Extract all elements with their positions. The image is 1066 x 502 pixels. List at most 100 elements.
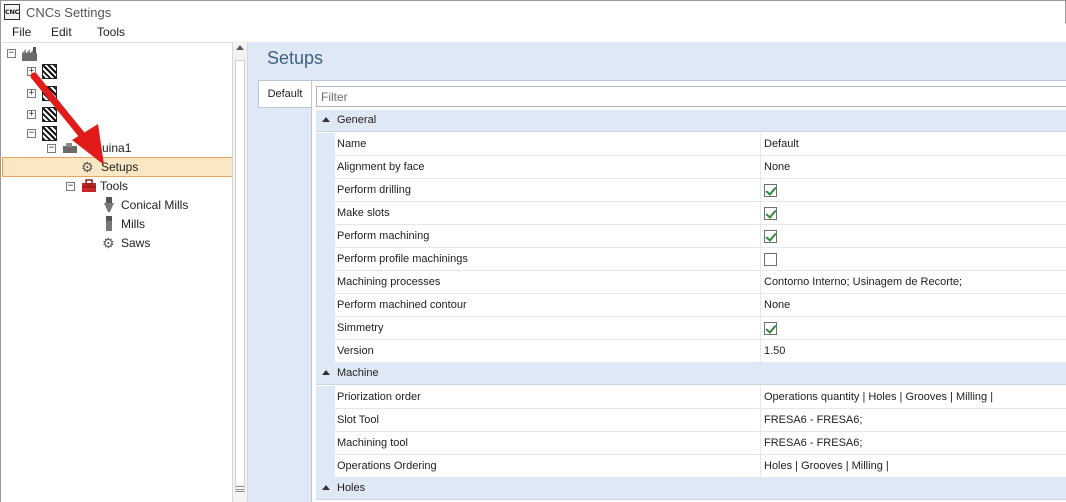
collapse-icon[interactable]: − (66, 182, 75, 191)
property-grid: General Name Default Alignment by face N… (311, 80, 1066, 502)
machine-tree[interactable]: − + + + − − uina1 ⚙ Setups − Tools Conic… (0, 42, 233, 502)
prop-value[interactable]: Operations quantity | Holes | Grooves | … (761, 386, 1066, 409)
prop-value-checkbox (761, 179, 1066, 202)
collapse-arrow-icon[interactable] (322, 117, 330, 122)
toolbox-icon (82, 179, 96, 192)
collapse-icon[interactable]: − (47, 144, 56, 153)
tree-node-conical-mills[interactable]: Conical Mills (1, 196, 233, 214)
row-gutter (316, 202, 335, 225)
collapse-arrow-icon[interactable] (322, 485, 330, 490)
collapse-icon[interactable]: − (27, 129, 36, 138)
collapse-icon[interactable]: − (7, 49, 16, 58)
page-title: Setups (267, 48, 324, 68)
tree-scrollbar[interactable] (232, 42, 248, 502)
group-general[interactable]: General (316, 110, 1066, 132)
prop-name: Perform machining (335, 225, 761, 248)
prop-value[interactable]: FRESA6 - FRESA6; (761, 409, 1066, 432)
menu-file[interactable]: File (12, 25, 31, 39)
group-machine[interactable]: Machine (316, 363, 1066, 385)
tree-node-redacted-3[interactable]: + (1, 106, 233, 124)
tools-label: Tools (100, 179, 129, 193)
machine-icon (63, 143, 77, 153)
prop-value[interactable]: None (761, 156, 1066, 179)
row-gutter (316, 248, 335, 271)
row-gutter (316, 271, 335, 294)
row-gutter (316, 340, 335, 363)
prop-value-checkbox (761, 317, 1066, 340)
expand-icon[interactable]: + (27, 89, 36, 98)
mills-label: Mills (121, 217, 145, 231)
prop-value[interactable]: Holes | Grooves | Milling | (761, 455, 1066, 478)
tree-node-setups[interactable]: ⚙ Setups (2, 157, 233, 177)
prop-row[interactable]: Alignment by face None (316, 156, 1066, 179)
cnc-app-icon: CNC (4, 4, 20, 20)
expand-icon[interactable]: + (27, 110, 36, 119)
conical-mill-icon (104, 197, 114, 212)
prop-row[interactable]: Name Default (316, 133, 1066, 156)
prop-name: Machining processes (335, 271, 761, 294)
redacted-icon (42, 86, 57, 101)
tree-node-redacted-2[interactable]: + (1, 85, 233, 103)
prop-value[interactable]: None (761, 294, 1066, 317)
prop-value[interactable]: 1.50 (761, 340, 1066, 363)
prop-row[interactable]: Make slots (316, 202, 1066, 225)
checkbox-unchecked[interactable] (764, 253, 777, 266)
prop-row[interactable]: Perform machined contour None (316, 294, 1066, 317)
prop-row[interactable]: Simmetry (316, 317, 1066, 340)
prop-row[interactable]: Machining tool FRESA6 - FRESA6; (316, 432, 1066, 455)
menu-edit[interactable]: Edit (51, 25, 72, 39)
prop-name: Version (335, 340, 761, 363)
machine-label: uina1 (102, 141, 132, 155)
tree-root[interactable]: − (1, 45, 233, 63)
checkbox-checked[interactable] (764, 322, 777, 335)
prop-row[interactable]: Perform profile machinings (316, 248, 1066, 271)
row-gutter (316, 179, 335, 202)
row-gutter (316, 409, 335, 432)
tab-default[interactable]: Default (258, 80, 311, 108)
redacted-icon (42, 64, 57, 79)
saw-blade-icon: ⚙ (102, 235, 115, 251)
scroll-thumb[interactable] (235, 60, 245, 492)
scroll-up-arrow-icon[interactable] (236, 45, 244, 50)
prop-row[interactable]: Slot Tool FRESA6 - FRESA6; (316, 409, 1066, 432)
prop-value-checkbox (761, 202, 1066, 225)
tree-node-mills[interactable]: Mills (1, 215, 233, 233)
menu-tools[interactable]: Tools (97, 25, 125, 39)
prop-name: Perform profile machinings (335, 248, 761, 271)
prop-row[interactable]: Machining processes Contorno Interno; Us… (316, 271, 1066, 294)
prop-name: Name (335, 133, 761, 156)
collapse-arrow-icon[interactable] (322, 370, 330, 375)
row-gutter (316, 225, 335, 248)
expand-icon[interactable]: + (27, 67, 36, 76)
gear-icon: ⚙ (81, 159, 94, 175)
filter-input[interactable] (316, 86, 1066, 107)
checkbox-checked[interactable] (764, 207, 777, 220)
prop-row[interactable]: Version 1.50 (316, 340, 1066, 363)
setups-label: Setups (101, 160, 139, 174)
tree-node-redacted-1[interactable]: + (1, 63, 233, 81)
prop-value-checkbox (761, 248, 1066, 271)
tree-node-tools[interactable]: − Tools (1, 177, 233, 195)
row-gutter (316, 294, 335, 317)
prop-row[interactable]: Perform drilling (316, 179, 1066, 202)
prop-name: Operations Ordering (335, 455, 761, 478)
prop-value[interactable]: Default (761, 133, 1066, 156)
prop-row[interactable]: Perform machining (316, 225, 1066, 248)
checkbox-checked[interactable] (764, 230, 777, 243)
prop-row[interactable]: Operations Ordering Holes | Grooves | Mi… (316, 455, 1066, 478)
prop-row[interactable]: Priorization order Operations quantity |… (316, 386, 1066, 409)
splitter-grip-icon[interactable] (236, 486, 244, 492)
factory-icon (22, 47, 37, 61)
group-holes[interactable]: Holes (316, 478, 1066, 500)
menu-bar: File Edit Tools (0, 23, 1066, 42)
window-title: CNCs Settings (26, 5, 112, 20)
tree-node-machine[interactable]: − uina1 (1, 139, 233, 157)
prop-value[interactable]: Contorno Interno; Usinagem de Recorte; (761, 271, 1066, 294)
row-gutter (316, 156, 335, 179)
prop-value[interactable]: FRESA6 - FRESA6; (761, 432, 1066, 455)
title-bar: CNC CNCs Settings (0, 0, 1066, 23)
tree-node-saws[interactable]: ⚙ Saws (1, 234, 233, 252)
mill-icon (106, 216, 112, 231)
checkbox-checked[interactable] (764, 184, 777, 197)
row-gutter (316, 432, 335, 455)
